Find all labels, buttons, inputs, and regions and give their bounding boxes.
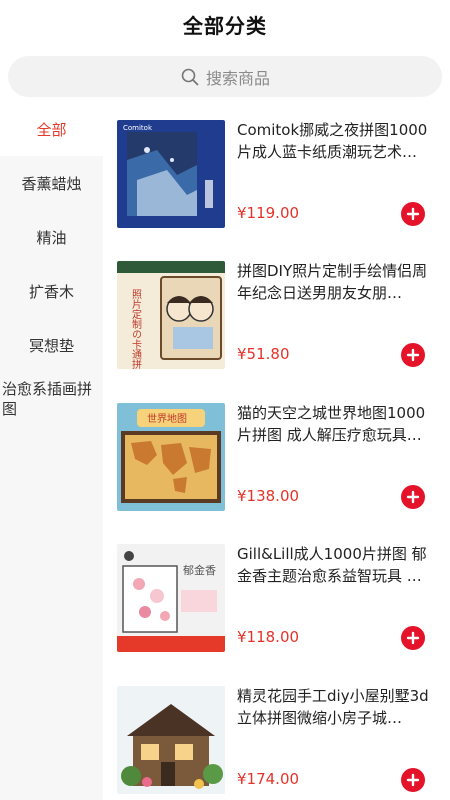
category-sidebar: 全部 香薰蜡烛 精油 扩香木 冥想垫 治愈系插画拼图 [0, 102, 103, 800]
page-title: 全部分类 [183, 13, 267, 38]
product-image-caption: 世界地图 [147, 412, 187, 425]
sidebar-item-label: 全部 [36, 120, 67, 139]
product-image[interactable]: Comitok [117, 120, 225, 228]
page-header: 全部分类 [0, 0, 450, 48]
product-card[interactable]: 精灵花园手工diy小屋别墅3d立体拼图微缩小房子城… ¥174.00 [103, 668, 450, 800]
search-icon [180, 67, 200, 87]
product-image[interactable]: 郁金香 [117, 544, 225, 652]
plus-icon [406, 207, 420, 221]
product-card[interactable]: 世界地图 猫的天空之城世界地图1000片拼图 成人解压疗愈玩具… ¥138.00 [103, 385, 450, 525]
plus-icon [406, 348, 420, 362]
sidebar-item-label: 扩香木 [28, 282, 74, 301]
add-to-cart-button[interactable] [401, 626, 425, 650]
sidebar-item-label: 冥想垫 [28, 336, 74, 355]
product-price: ¥51.80 [237, 345, 290, 363]
product-list: Comitok Comitok挪威之夜拼图1000片成人蓝卡纸质潮玩艺术… ¥1… [103, 102, 450, 800]
product-image[interactable] [117, 686, 225, 794]
add-to-cart-button[interactable] [401, 343, 425, 367]
product-image-caption: 照片定制の卡通拼图 [130, 289, 142, 369]
product-name[interactable]: Gill&Lill成人1000片拼图 郁金香主题治愈系益智玩具 … [237, 543, 437, 587]
search-placeholder: 搜索商品 [205, 68, 270, 88]
product-image[interactable]: 照片定制の卡通拼图 [117, 261, 225, 369]
add-to-cart-button[interactable] [401, 202, 425, 226]
product-card[interactable]: 郁金香 Gill&Lill成人1000片拼图 郁金香主题治愈系益智玩具 … ¥1… [103, 526, 450, 666]
product-image-caption: 郁金香 [183, 563, 216, 577]
search-bar[interactable]: 搜索商品 [8, 56, 442, 97]
sidebar-item-label: 香薰蜡烛 [21, 174, 82, 193]
sidebar-item-essential-oil[interactable]: 精油 [0, 210, 103, 264]
plus-icon [406, 631, 420, 645]
product-price: ¥138.00 [237, 487, 300, 505]
sidebar-item-scented-candles[interactable]: 香薰蜡烛 [0, 156, 103, 210]
product-name[interactable]: 精灵花园手工diy小屋别墅3d立体拼图微缩小房子城… [237, 685, 437, 729]
product-price: ¥119.00 [237, 204, 300, 222]
sidebar-item-all[interactable]: 全部 [0, 102, 103, 156]
product-name[interactable]: Comitok挪威之夜拼图1000片成人蓝卡纸质潮玩艺术… [237, 119, 437, 163]
product-name[interactable]: 猫的天空之城世界地图1000片拼图 成人解压疗愈玩具… [237, 402, 437, 446]
product-card[interactable]: 照片定制の卡通拼图 拼图DIY照片定制手绘情侣周年纪念日送男朋友女朋… ¥51.… [103, 243, 450, 383]
sidebar-item-label: 治愈系插画拼图 [2, 380, 93, 418]
product-image-brand: Comitok [123, 124, 153, 132]
product-card[interactable]: Comitok Comitok挪威之夜拼图1000片成人蓝卡纸质潮玩艺术… ¥1… [103, 102, 450, 242]
product-price: ¥118.00 [237, 628, 300, 646]
add-to-cart-button[interactable] [401, 768, 425, 792]
product-price: ¥174.00 [237, 770, 300, 788]
product-name[interactable]: 拼图DIY照片定制手绘情侣周年纪念日送男朋友女朋… [237, 260, 437, 304]
add-to-cart-button[interactable] [401, 485, 425, 509]
plus-icon [406, 490, 420, 504]
sidebar-item-reed-diffuser[interactable]: 扩香木 [0, 264, 103, 318]
sidebar-item-label: 精油 [36, 228, 67, 247]
sidebar-item-healing-puzzle[interactable]: 治愈系插画拼图 [0, 372, 103, 426]
plus-icon [406, 773, 420, 787]
product-image[interactable]: 世界地图 [117, 403, 225, 511]
sidebar-item-meditation-mat[interactable]: 冥想垫 [0, 318, 103, 372]
